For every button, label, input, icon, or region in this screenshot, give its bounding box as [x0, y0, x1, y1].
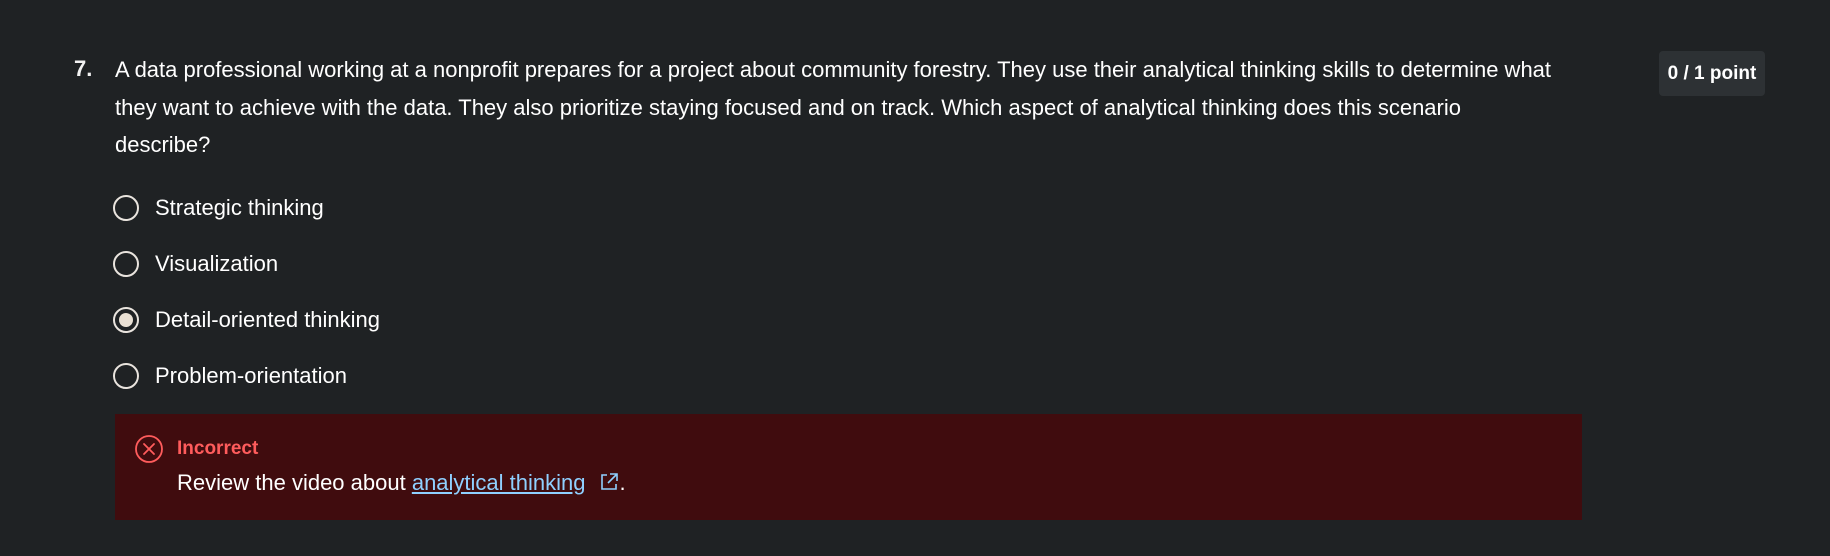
radio-button[interactable]	[113, 363, 139, 389]
feedback-status: Incorrect	[177, 438, 259, 459]
feedback-message-prefix: Review the video about	[177, 470, 412, 495]
radio-button[interactable]	[113, 251, 139, 277]
option-label: Visualization	[155, 251, 279, 276]
score-badge: 0 / 1 point	[1659, 51, 1765, 96]
feedback-message-suffix: .	[619, 470, 626, 495]
option-visualization[interactable]: Visualization	[113, 246, 278, 282]
quiz-question: 7. A data professional working at a nonp…	[0, 0, 1830, 556]
x-circle-icon	[134, 434, 164, 464]
analytical-thinking-link[interactable]: analytical thinking	[412, 470, 620, 495]
option-label: Detail-oriented thinking	[155, 307, 381, 332]
link-text[interactable]: analytical thinking	[412, 470, 586, 495]
option-detail-oriented-thinking[interactable]: Detail-oriented thinking	[113, 302, 380, 338]
feedback-message: Review the video about analytical thinki…	[177, 467, 626, 499]
external-link-icon[interactable]	[598, 470, 620, 492]
option-problem-orientation[interactable]: Problem-orientation	[113, 358, 347, 394]
feedback-panel: Incorrect Review the video about analyti…	[115, 414, 1582, 520]
radio-button-selected[interactable]	[113, 307, 139, 333]
radio-button[interactable]	[113, 195, 139, 221]
question-number: 7.	[74, 56, 93, 81]
option-strategic-thinking[interactable]: Strategic thinking	[113, 190, 324, 226]
option-label: Strategic thinking	[155, 195, 324, 220]
question-text: A data professional working at a nonprof…	[115, 57, 1552, 157]
option-label: Problem-orientation	[155, 363, 347, 388]
